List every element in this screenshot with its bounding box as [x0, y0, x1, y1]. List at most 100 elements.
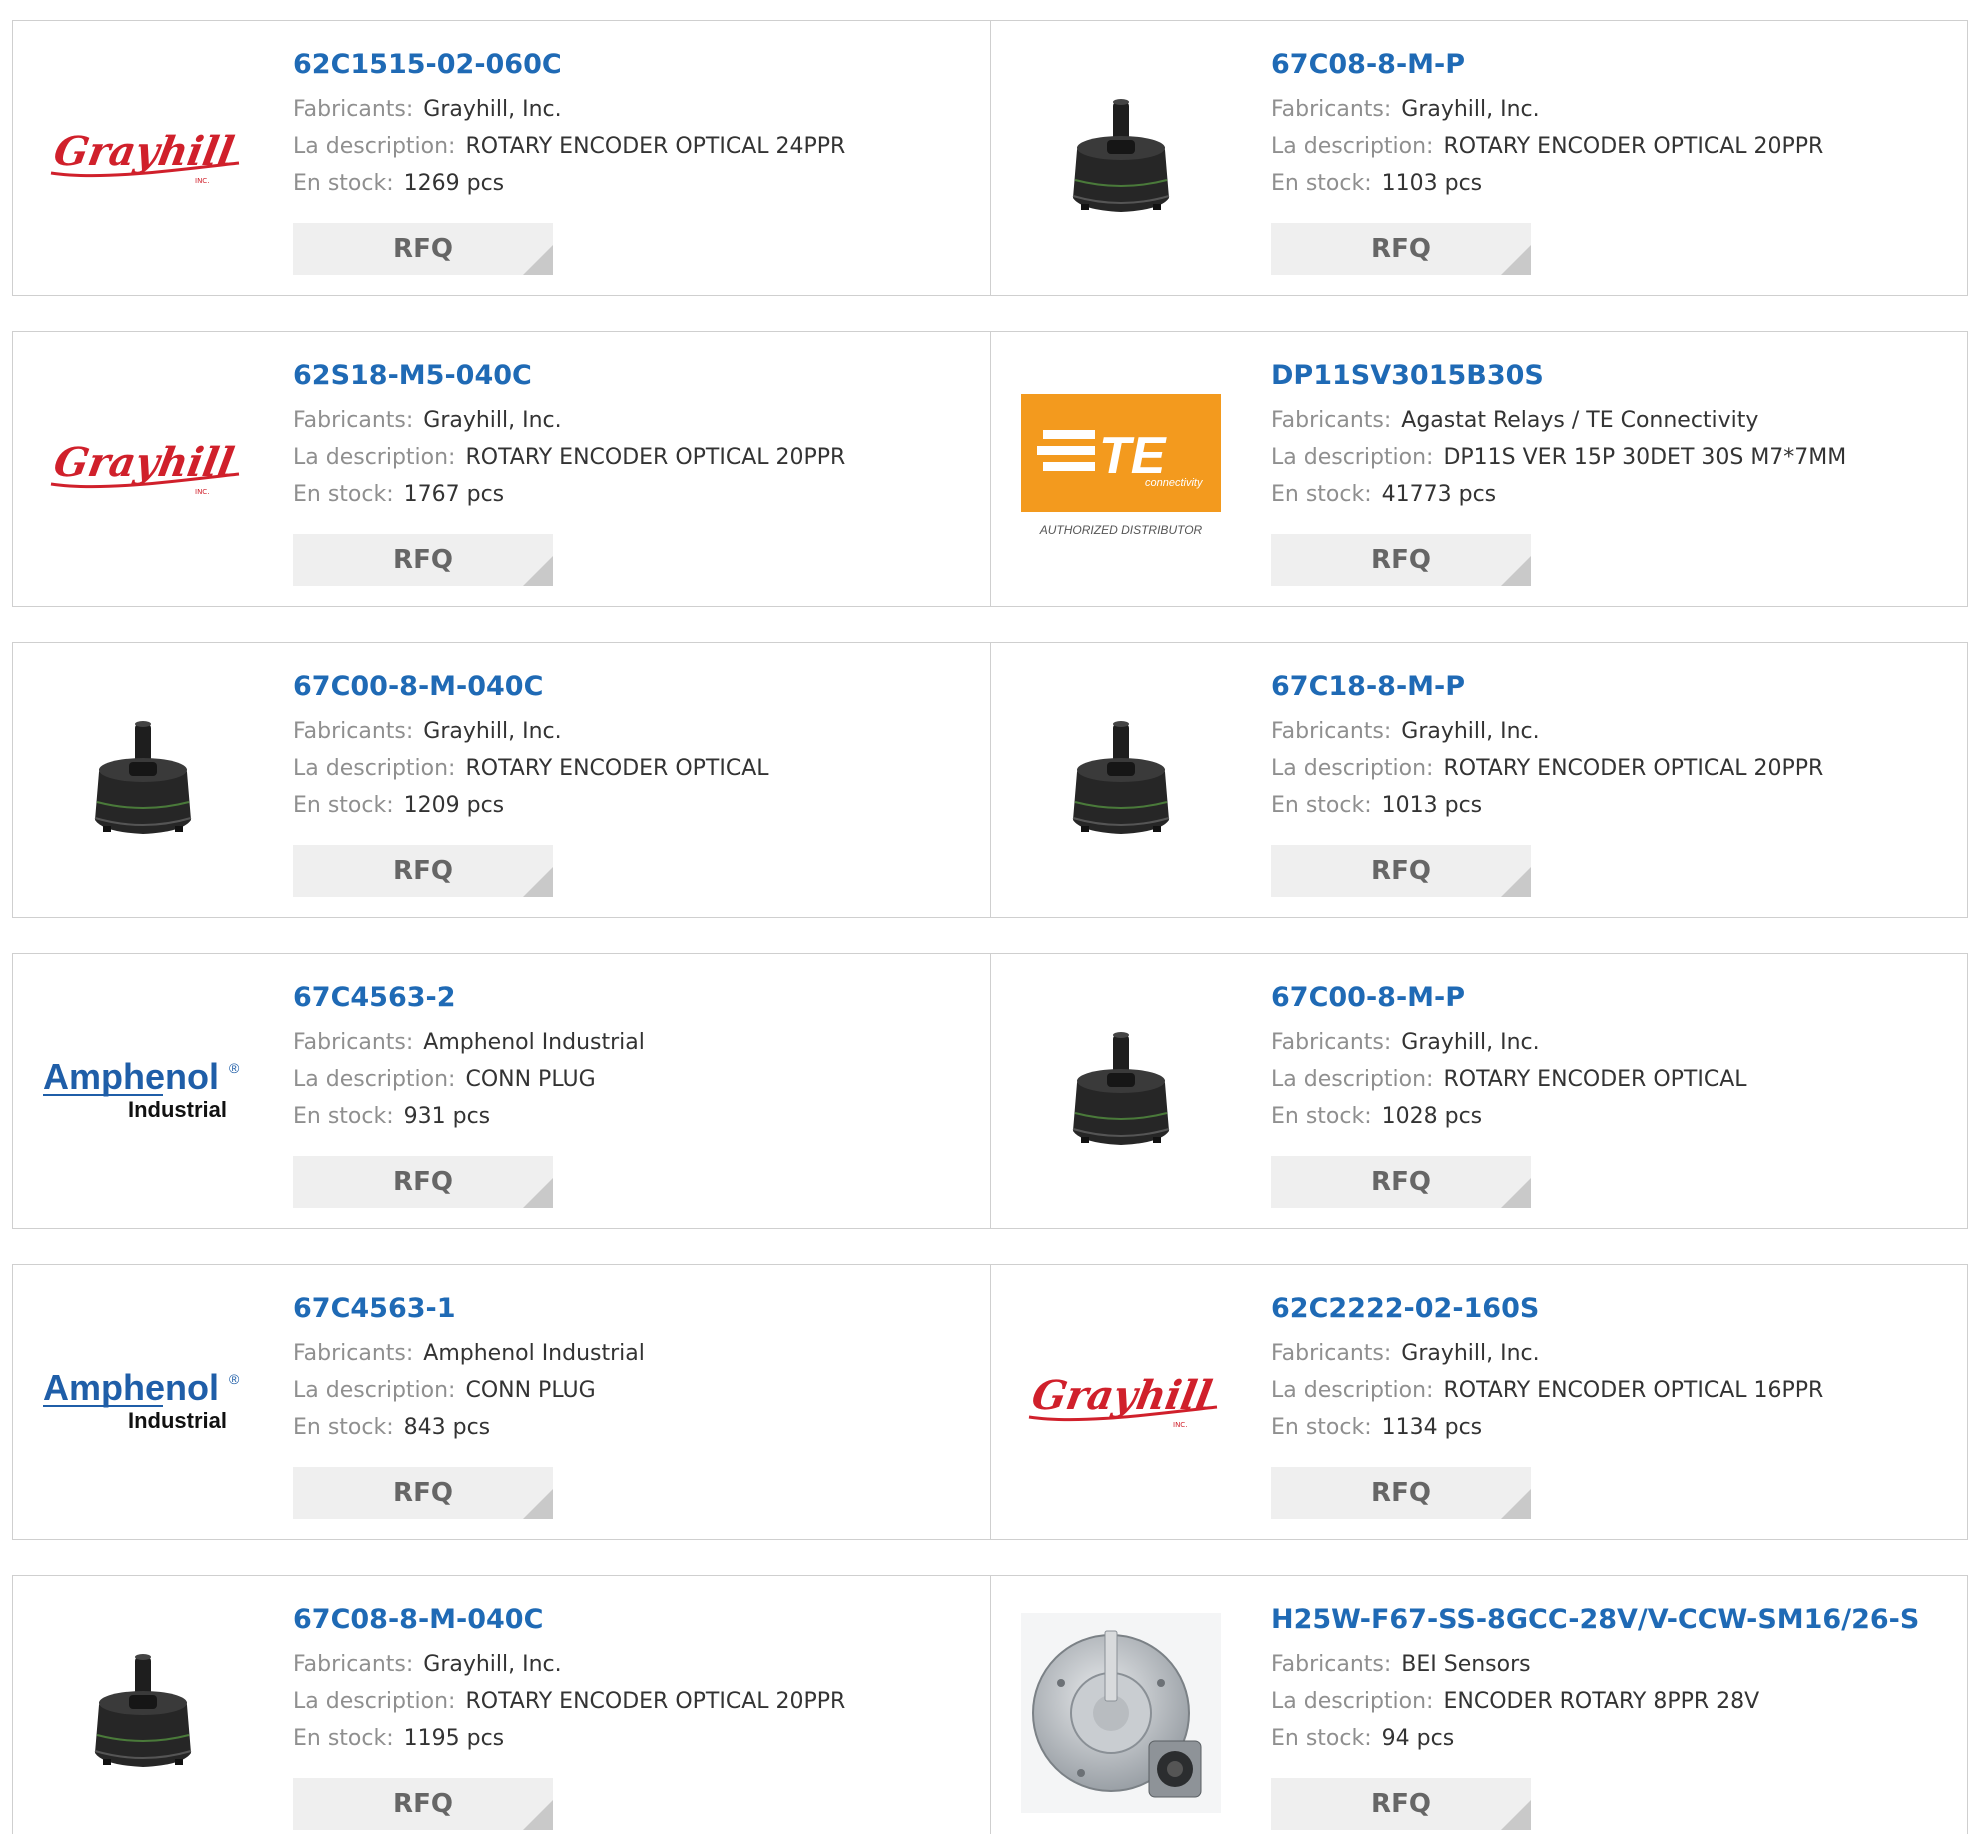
manufacturer-value: Amphenol Industrial [423, 1030, 645, 1055]
description-line: La description: ROTARY ENCODER OPTICAL 24… [293, 128, 980, 165]
manufacturer-value: Grayhill, Inc. [423, 1652, 562, 1677]
rfq-corner-icon [1501, 1178, 1531, 1208]
description-value: DP11S VER 15P 30DET 30S M7*7MM [1443, 445, 1847, 470]
description-line: La description: CONN PLUG [293, 1372, 980, 1409]
product-row: Amphenol ® Industrial 67C4563-2 Fabrican… [12, 953, 1968, 1229]
product-image[interactable]: TE connectivity AUTHORIZED DISTRIBUTOR [1021, 369, 1221, 569]
manufacturer-line: Fabricants: Grayhill, Inc. [293, 1646, 980, 1683]
rfq-button-label: RFQ [1371, 856, 1431, 886]
rfq-button[interactable]: RFQ [293, 534, 553, 586]
product-image[interactable] [1021, 991, 1221, 1191]
part-number-link[interactable]: 62C2222-02-160S [1271, 1291, 1957, 1327]
part-number-link[interactable]: 67C08-8-M-P [1271, 47, 1957, 83]
product-row: Amphenol ® Industrial 67C4563-1 Fabrican… [12, 1264, 1968, 1540]
rfq-button-label: RFQ [393, 1789, 453, 1819]
grayhill-logo-inc: INC. [1173, 1421, 1187, 1429]
manufacturer-line: Fabricants: Amphenol Industrial [293, 1024, 980, 1061]
stock-value: 1209 pcs [403, 793, 505, 818]
amphenol-logo-sub: Industrial [128, 1408, 227, 1433]
rfq-button[interactable]: RFQ [1271, 223, 1531, 275]
product-card: TE connectivity AUTHORIZED DISTRIBUTOR D… [990, 332, 1967, 606]
part-number-link[interactable]: 67C18-8-M-P [1271, 669, 1957, 705]
rfq-button[interactable]: RFQ [1271, 534, 1531, 586]
rfq-button[interactable]: RFQ [1271, 1467, 1531, 1519]
stock-value: 931 pcs [403, 1104, 491, 1129]
rfq-button[interactable]: RFQ [293, 845, 553, 897]
part-number-link[interactable]: 67C00-8-M-P [1271, 980, 1957, 1016]
grayhill-logo-text: Grayhill [50, 127, 237, 175]
product-image[interactable]: Grayhill INC. [43, 369, 243, 569]
description-line: La description: ROTARY ENCODER OPTICAL [1271, 1061, 1957, 1098]
manufacturer-label: Fabricants: [1271, 1030, 1392, 1055]
product-image[interactable] [1021, 680, 1221, 880]
product-image[interactable] [1021, 1613, 1221, 1813]
manufacturer-label: Fabricants: [1271, 1341, 1392, 1366]
stock-value: 1269 pcs [403, 171, 505, 196]
product-image[interactable]: Amphenol ® Industrial [43, 1302, 243, 1502]
description-line: La description: ROTARY ENCODER OPTICAL 20… [293, 1683, 980, 1720]
rfq-button-label: RFQ [393, 1167, 453, 1197]
description-value: ROTARY ENCODER OPTICAL [1443, 1067, 1747, 1092]
stock-line: En stock: 1767 pcs [293, 476, 980, 513]
stock-value: 1195 pcs [403, 1726, 505, 1751]
stock-line: En stock: 1028 pcs [1271, 1098, 1957, 1135]
product-image[interactable] [43, 1613, 243, 1813]
description-line: La description: DP11S VER 15P 30DET 30S M… [1271, 439, 1957, 476]
product-image[interactable]: Amphenol ® Industrial [43, 991, 243, 1191]
rfq-button[interactable]: RFQ [293, 1778, 553, 1830]
grayhill-logo-text: Grayhill [1028, 1371, 1215, 1419]
product-card: Grayhill INC. 62S18-M5-040C Fabricants: G… [13, 332, 990, 606]
rfq-button-label: RFQ [1371, 1789, 1431, 1819]
description-line: La description: ROTARY ENCODER OPTICAL 20… [1271, 128, 1957, 165]
description-line: La description: ROTARY ENCODER OPTICAL 16… [1271, 1372, 1957, 1409]
manufacturer-label: Fabricants: [293, 719, 414, 744]
stock-label: En stock: [1271, 793, 1372, 818]
rfq-button[interactable]: RFQ [1271, 1778, 1531, 1830]
rfq-corner-icon [1501, 1800, 1531, 1830]
description-label: La description: [293, 1689, 456, 1714]
stock-label: En stock: [293, 171, 394, 196]
rfq-button[interactable]: RFQ [293, 223, 553, 275]
part-number-link[interactable]: 67C4563-1 [293, 1291, 980, 1327]
manufacturer-line: Fabricants: Grayhill, Inc. [293, 402, 980, 439]
part-number-link[interactable]: 67C00-8-M-040C [293, 669, 980, 705]
rfq-button[interactable]: RFQ [293, 1156, 553, 1208]
product-info: 67C4563-2 Fabricants: Amphenol Industrial… [293, 980, 980, 1135]
amphenol-logo-sub: Industrial [128, 1097, 227, 1122]
description-label: La description: [293, 1378, 456, 1403]
description-label: La description: [1271, 1689, 1434, 1714]
product-card: Amphenol ® Industrial 67C4563-2 Fabrican… [13, 954, 990, 1228]
rfq-button[interactable]: RFQ [1271, 845, 1531, 897]
stock-value: 41773 pcs [1381, 482, 1497, 507]
product-image[interactable] [43, 680, 243, 880]
rfq-button[interactable]: RFQ [293, 1467, 553, 1519]
part-number-link[interactable]: 62S18-M5-040C [293, 358, 980, 394]
stock-line: En stock: 843 pcs [293, 1409, 980, 1446]
description-label: La description: [293, 445, 456, 470]
description-label: La description: [1271, 1067, 1434, 1092]
product-image[interactable]: Grayhill INC. [43, 58, 243, 258]
product-info: 67C00-8-M-P Fabricants: Grayhill, Inc. La… [1271, 980, 1957, 1135]
rfq-button[interactable]: RFQ [1271, 1156, 1531, 1208]
rfq-corner-icon [523, 245, 553, 275]
stock-line: En stock: 1013 pcs [1271, 787, 1957, 824]
product-image[interactable]: Grayhill INC. [1021, 1302, 1221, 1502]
part-number-link[interactable]: 67C4563-2 [293, 980, 980, 1016]
te-logo: TE connectivity AUTHORIZED DISTRIBUTOR [1021, 394, 1221, 537]
stock-value: 94 pcs [1381, 1726, 1455, 1751]
manufacturer-value: Grayhill, Inc. [423, 97, 562, 122]
stock-label: En stock: [293, 1726, 394, 1751]
amphenol-logo-text: Amphenol [43, 1056, 219, 1097]
product-info: DP11SV3015B30S Fabricants: Agastat Relays… [1271, 358, 1957, 513]
part-number-link[interactable]: 67C08-8-M-040C [293, 1602, 980, 1638]
part-number-link[interactable]: H25W-F67-SS-8GCC-28V/V-CCW-SM16/26-S [1271, 1602, 1957, 1638]
part-number-link[interactable]: DP11SV3015B30S [1271, 358, 1957, 394]
part-number-link[interactable]: 62C1515-02-060C [293, 47, 980, 83]
manufacturer-label: Fabricants: [293, 1652, 414, 1677]
encoder-photo [94, 1654, 192, 1767]
stock-line: En stock: 1103 pcs [1271, 165, 1957, 202]
manufacturer-line: Fabricants: Agastat Relays / TE Connectiv… [1271, 402, 1957, 439]
product-image[interactable] [1021, 58, 1221, 258]
manufacturer-label: Fabricants: [1271, 1652, 1392, 1677]
manufacturer-label: Fabricants: [1271, 719, 1392, 744]
